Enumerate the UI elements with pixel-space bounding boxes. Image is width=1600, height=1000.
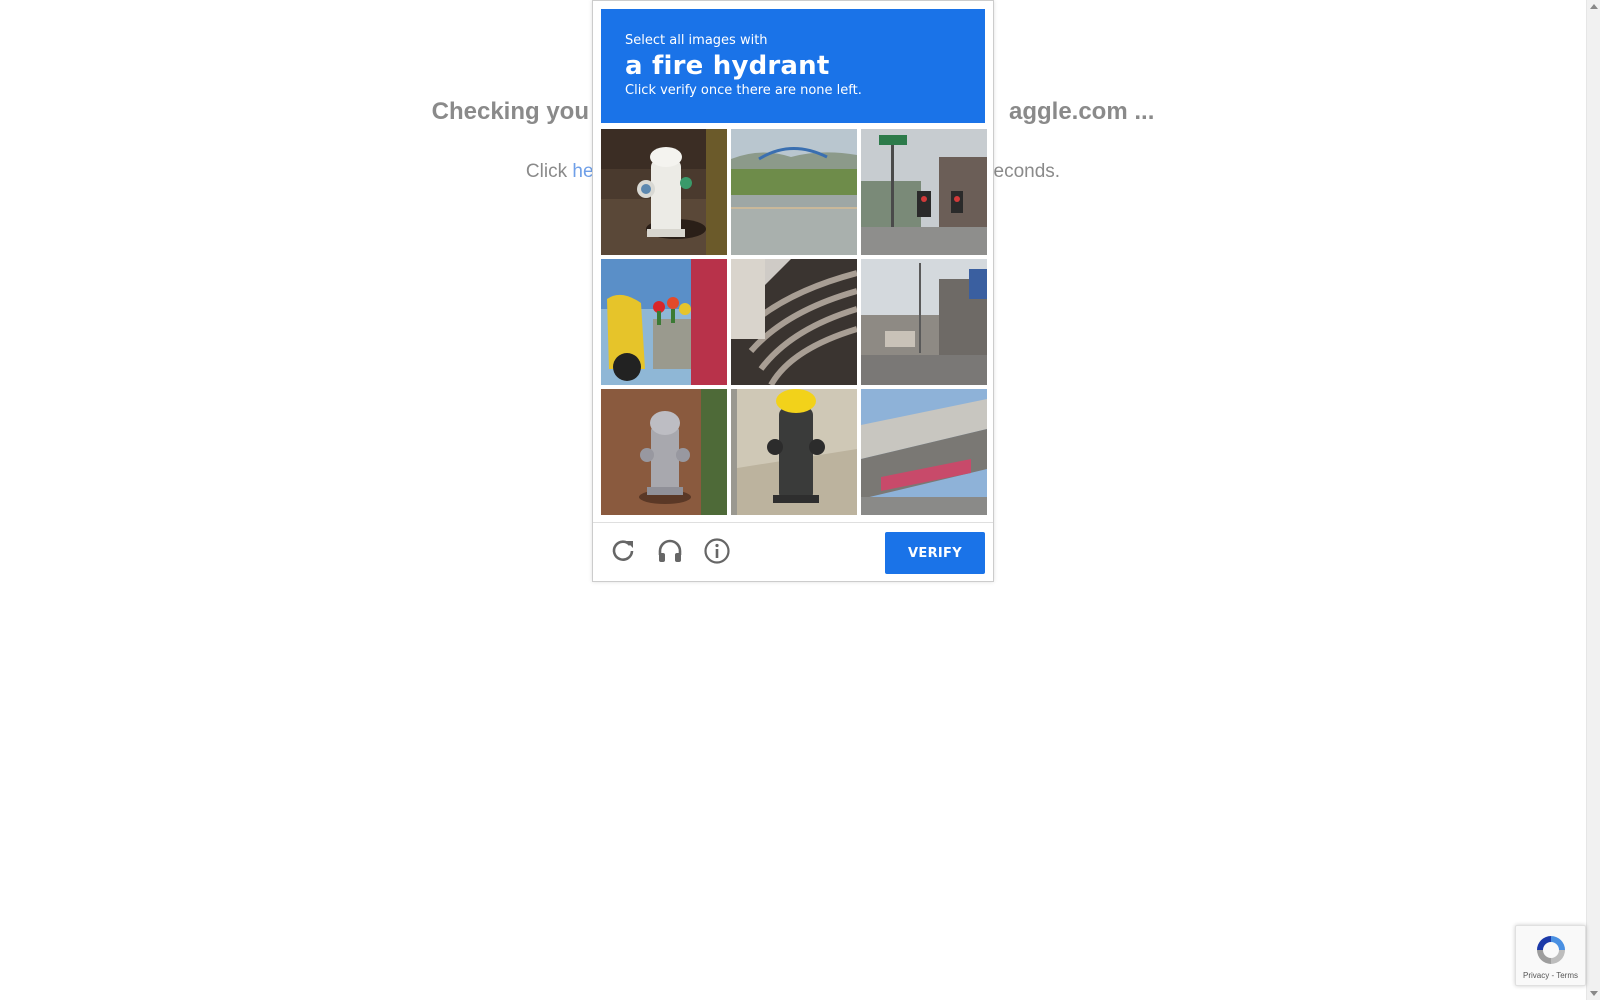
hydrant-image xyxy=(731,389,857,515)
captcha-tile-6[interactable] xyxy=(861,259,987,385)
reload-icon[interactable] xyxy=(609,537,637,565)
page-heading-right: aggle.com ... xyxy=(1008,98,1155,125)
captcha-challenge: Select all images with a fire hydrant Cl… xyxy=(592,0,994,582)
captcha-footer: VERIFY xyxy=(593,523,993,581)
captcha-tile-7[interactable] xyxy=(601,389,727,515)
overpass-image xyxy=(861,389,987,515)
here-link[interactable]: he xyxy=(572,161,593,182)
scrollbar[interactable] xyxy=(1586,0,1600,1000)
scroll-up-icon[interactable] xyxy=(1589,2,1599,12)
page-subtext-suffix: econds. xyxy=(993,161,1061,182)
captcha-tile-2[interactable] xyxy=(731,129,857,255)
captcha-tile-9[interactable] xyxy=(861,389,987,515)
headphones-icon[interactable] xyxy=(656,537,684,565)
road-bridge-image xyxy=(731,129,857,255)
captcha-hint: Click verify once there are none left. xyxy=(625,83,862,98)
recaptcha-logo-icon xyxy=(1537,936,1565,964)
terms-link[interactable]: Terms xyxy=(1556,971,1578,980)
page-subtext-prefix: Click xyxy=(525,161,573,182)
captcha-image-grid xyxy=(601,129,987,515)
scooter-image xyxy=(601,259,727,385)
captcha-tile-1[interactable] xyxy=(601,129,727,255)
intersection-image xyxy=(861,129,987,255)
captcha-target: a fire hydrant xyxy=(625,51,830,81)
page-heading-left: Checking you xyxy=(431,98,589,125)
captcha-tile-5[interactable] xyxy=(731,259,857,385)
captcha-tile-8[interactable] xyxy=(731,389,857,515)
hydrant-image xyxy=(601,389,727,515)
recaptcha-badge[interactable]: Privacy - Terms xyxy=(1515,925,1586,986)
captcha-tile-3[interactable] xyxy=(861,129,987,255)
captcha-header: Select all images with a fire hydrant Cl… xyxy=(601,9,985,123)
recaptcha-links: Privacy - Terms xyxy=(1516,971,1585,980)
info-icon[interactable] xyxy=(703,537,731,565)
street-image xyxy=(861,259,987,385)
building-image xyxy=(731,259,857,385)
scroll-down-icon[interactable] xyxy=(1589,988,1599,998)
privacy-link[interactable]: Privacy xyxy=(1523,971,1549,980)
verify-button[interactable]: VERIFY xyxy=(885,532,985,574)
captcha-tile-4[interactable] xyxy=(601,259,727,385)
captcha-instruction: Select all images with xyxy=(625,33,768,48)
hydrant-image xyxy=(601,129,727,255)
